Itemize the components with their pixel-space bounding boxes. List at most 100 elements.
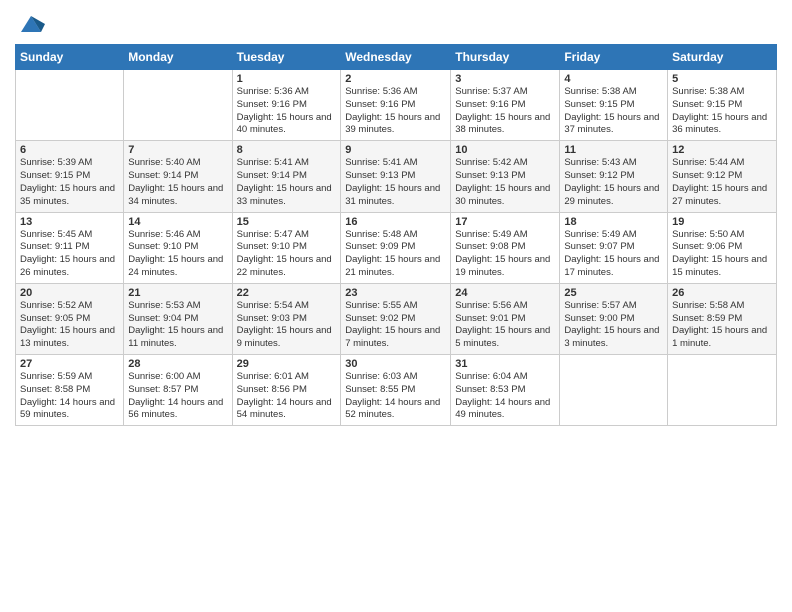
calendar-cell: 28Sunrise: 6:00 AM Sunset: 8:57 PM Dayli… [124,355,232,426]
day-info: Sunrise: 5:49 AM Sunset: 9:08 PM Dayligh… [455,229,555,280]
day-info: Sunrise: 5:38 AM Sunset: 9:15 PM Dayligh… [564,86,663,137]
logo-icon [17,10,45,38]
calendar-cell: 10Sunrise: 5:42 AM Sunset: 9:13 PM Dayli… [451,141,560,212]
calendar-cell [124,70,232,141]
day-info: Sunrise: 5:48 AM Sunset: 9:09 PM Dayligh… [345,229,446,280]
day-info: Sunrise: 5:53 AM Sunset: 9:04 PM Dayligh… [128,300,227,351]
day-info: Sunrise: 6:01 AM Sunset: 8:56 PM Dayligh… [237,371,337,422]
calendar-cell: 30Sunrise: 6:03 AM Sunset: 8:55 PM Dayli… [341,355,451,426]
calendar-cell: 6Sunrise: 5:39 AM Sunset: 9:15 PM Daylig… [16,141,124,212]
logo [15,10,45,38]
day-number: 8 [237,144,337,156]
day-number: 13 [20,216,119,228]
weekday-header-saturday: Saturday [668,45,777,70]
day-number: 30 [345,358,446,370]
weekday-header-sunday: Sunday [16,45,124,70]
day-number: 14 [128,216,227,228]
day-info: Sunrise: 5:44 AM Sunset: 9:12 PM Dayligh… [672,157,772,208]
week-row-4: 20Sunrise: 5:52 AM Sunset: 9:05 PM Dayli… [16,283,777,354]
day-number: 1 [237,73,337,85]
day-number: 15 [237,216,337,228]
day-info: Sunrise: 5:49 AM Sunset: 9:07 PM Dayligh… [564,229,663,280]
calendar-cell: 20Sunrise: 5:52 AM Sunset: 9:05 PM Dayli… [16,283,124,354]
day-number: 31 [455,358,555,370]
day-number: 5 [672,73,772,85]
calendar-cell: 14Sunrise: 5:46 AM Sunset: 9:10 PM Dayli… [124,212,232,283]
day-info: Sunrise: 5:41 AM Sunset: 9:13 PM Dayligh… [345,157,446,208]
day-number: 20 [20,287,119,299]
day-info: Sunrise: 5:46 AM Sunset: 9:10 PM Dayligh… [128,229,227,280]
calendar-cell: 4Sunrise: 5:38 AM Sunset: 9:15 PM Daylig… [560,70,668,141]
calendar-cell: 2Sunrise: 5:36 AM Sunset: 9:16 PM Daylig… [341,70,451,141]
day-info: Sunrise: 5:40 AM Sunset: 9:14 PM Dayligh… [128,157,227,208]
day-info: Sunrise: 5:59 AM Sunset: 8:58 PM Dayligh… [20,371,119,422]
page: SundayMondayTuesdayWednesdayThursdayFrid… [0,0,792,436]
calendar-cell [560,355,668,426]
calendar-cell: 11Sunrise: 5:43 AM Sunset: 9:12 PM Dayli… [560,141,668,212]
day-number: 25 [564,287,663,299]
day-number: 21 [128,287,227,299]
day-info: Sunrise: 5:36 AM Sunset: 9:16 PM Dayligh… [237,86,337,137]
day-info: Sunrise: 5:43 AM Sunset: 9:12 PM Dayligh… [564,157,663,208]
calendar-cell: 31Sunrise: 6:04 AM Sunset: 8:53 PM Dayli… [451,355,560,426]
day-info: Sunrise: 5:37 AM Sunset: 9:16 PM Dayligh… [455,86,555,137]
calendar-cell: 17Sunrise: 5:49 AM Sunset: 9:08 PM Dayli… [451,212,560,283]
day-info: Sunrise: 5:45 AM Sunset: 9:11 PM Dayligh… [20,229,119,280]
calendar-cell: 27Sunrise: 5:59 AM Sunset: 8:58 PM Dayli… [16,355,124,426]
week-row-1: 1Sunrise: 5:36 AM Sunset: 9:16 PM Daylig… [16,70,777,141]
day-number: 11 [564,144,663,156]
calendar-cell: 23Sunrise: 5:55 AM Sunset: 9:02 PM Dayli… [341,283,451,354]
week-row-2: 6Sunrise: 5:39 AM Sunset: 9:15 PM Daylig… [16,141,777,212]
calendar-cell: 29Sunrise: 6:01 AM Sunset: 8:56 PM Dayli… [232,355,341,426]
day-number: 24 [455,287,555,299]
day-info: Sunrise: 5:39 AM Sunset: 9:15 PM Dayligh… [20,157,119,208]
day-info: Sunrise: 5:58 AM Sunset: 8:59 PM Dayligh… [672,300,772,351]
calendar: SundayMondayTuesdayWednesdayThursdayFrid… [15,44,777,426]
day-info: Sunrise: 5:41 AM Sunset: 9:14 PM Dayligh… [237,157,337,208]
day-number: 3 [455,73,555,85]
calendar-cell: 25Sunrise: 5:57 AM Sunset: 9:00 PM Dayli… [560,283,668,354]
day-info: Sunrise: 5:52 AM Sunset: 9:05 PM Dayligh… [20,300,119,351]
day-info: Sunrise: 5:42 AM Sunset: 9:13 PM Dayligh… [455,157,555,208]
day-info: Sunrise: 5:50 AM Sunset: 9:06 PM Dayligh… [672,229,772,280]
day-info: Sunrise: 5:55 AM Sunset: 9:02 PM Dayligh… [345,300,446,351]
day-info: Sunrise: 5:56 AM Sunset: 9:01 PM Dayligh… [455,300,555,351]
calendar-cell: 16Sunrise: 5:48 AM Sunset: 9:09 PM Dayli… [341,212,451,283]
day-number: 17 [455,216,555,228]
week-row-3: 13Sunrise: 5:45 AM Sunset: 9:11 PM Dayli… [16,212,777,283]
calendar-cell: 19Sunrise: 5:50 AM Sunset: 9:06 PM Dayli… [668,212,777,283]
day-number: 2 [345,73,446,85]
header-area [15,10,777,38]
day-info: Sunrise: 5:57 AM Sunset: 9:00 PM Dayligh… [564,300,663,351]
day-number: 6 [20,144,119,156]
day-info: Sunrise: 5:36 AM Sunset: 9:16 PM Dayligh… [345,86,446,137]
day-number: 28 [128,358,227,370]
calendar-cell: 26Sunrise: 5:58 AM Sunset: 8:59 PM Dayli… [668,283,777,354]
weekday-header-monday: Monday [124,45,232,70]
calendar-cell: 3Sunrise: 5:37 AM Sunset: 9:16 PM Daylig… [451,70,560,141]
day-number: 4 [564,73,663,85]
day-info: Sunrise: 6:04 AM Sunset: 8:53 PM Dayligh… [455,371,555,422]
day-number: 29 [237,358,337,370]
day-number: 10 [455,144,555,156]
day-number: 27 [20,358,119,370]
calendar-cell: 15Sunrise: 5:47 AM Sunset: 9:10 PM Dayli… [232,212,341,283]
weekday-header-tuesday: Tuesday [232,45,341,70]
weekday-header-row: SundayMondayTuesdayWednesdayThursdayFrid… [16,45,777,70]
weekday-header-friday: Friday [560,45,668,70]
calendar-cell: 8Sunrise: 5:41 AM Sunset: 9:14 PM Daylig… [232,141,341,212]
calendar-cell: 5Sunrise: 5:38 AM Sunset: 9:15 PM Daylig… [668,70,777,141]
calendar-cell: 21Sunrise: 5:53 AM Sunset: 9:04 PM Dayli… [124,283,232,354]
calendar-cell: 7Sunrise: 5:40 AM Sunset: 9:14 PM Daylig… [124,141,232,212]
day-info: Sunrise: 6:00 AM Sunset: 8:57 PM Dayligh… [128,371,227,422]
day-info: Sunrise: 5:38 AM Sunset: 9:15 PM Dayligh… [672,86,772,137]
day-number: 16 [345,216,446,228]
calendar-cell: 24Sunrise: 5:56 AM Sunset: 9:01 PM Dayli… [451,283,560,354]
day-number: 12 [672,144,772,156]
calendar-cell [668,355,777,426]
day-number: 26 [672,287,772,299]
calendar-cell: 1Sunrise: 5:36 AM Sunset: 9:16 PM Daylig… [232,70,341,141]
week-row-5: 27Sunrise: 5:59 AM Sunset: 8:58 PM Dayli… [16,355,777,426]
calendar-cell: 12Sunrise: 5:44 AM Sunset: 9:12 PM Dayli… [668,141,777,212]
day-info: Sunrise: 5:54 AM Sunset: 9:03 PM Dayligh… [237,300,337,351]
